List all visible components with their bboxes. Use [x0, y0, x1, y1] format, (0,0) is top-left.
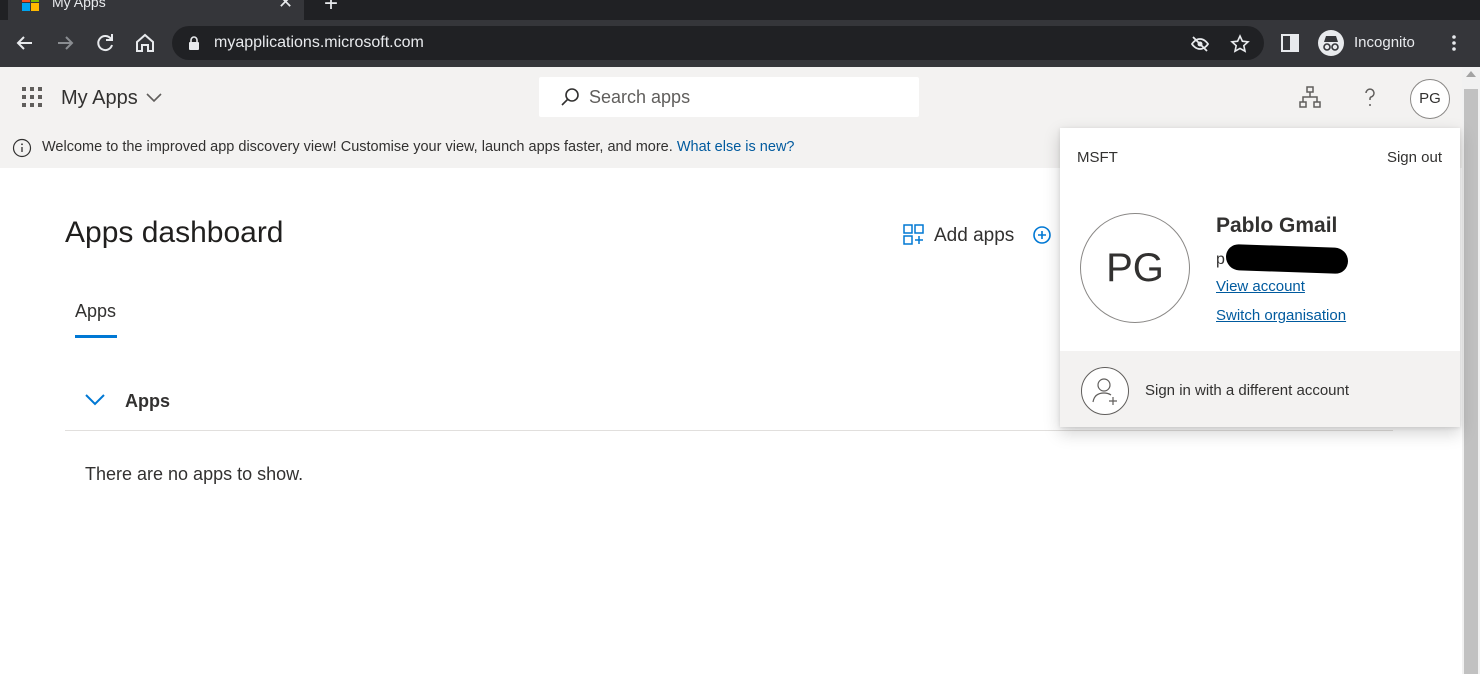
sign-out-button[interactable]: Sign out [1387, 149, 1442, 166]
star-icon[interactable] [1230, 34, 1250, 54]
browser-toolbar: myapplications.microsoft.com Incognito [0, 20, 1480, 67]
side-panel-icon[interactable] [1280, 33, 1300, 53]
banner-message: Welcome to the improved app discovery vi… [42, 139, 794, 155]
app-header: My Apps PG [0, 67, 1462, 128]
add-apps-icon [903, 224, 924, 245]
add-apps-label: Add apps [934, 225, 1015, 246]
scroll-up-arrow-icon[interactable] [1466, 71, 1476, 77]
different-account-label: Sign in with a different account [1145, 382, 1350, 399]
browser-tab[interactable]: My Apps ✕ [8, 0, 304, 20]
incognito-label: Incognito [1354, 34, 1415, 51]
lock-icon [189, 36, 199, 50]
page-title: Apps dashboard [65, 216, 284, 249]
org-chart-icon[interactable] [1298, 85, 1322, 109]
banner-text: Welcome to the improved app discovery vi… [42, 139, 673, 155]
organisation-name: MSFT [1077, 149, 1118, 166]
app-title[interactable]: My Apps [61, 87, 138, 110]
back-icon[interactable] [12, 30, 38, 56]
account-avatar-button[interactable]: PG [1410, 79, 1450, 119]
different-account-button[interactable]: Sign in with a different account [1060, 351, 1460, 427]
tab-title: My Apps [52, 0, 106, 10]
app-launcher-icon[interactable] [22, 87, 42, 107]
forward-icon[interactable] [52, 30, 78, 56]
reload-icon[interactable] [92, 30, 118, 56]
whats-new-link[interactable]: What else is new? [677, 139, 795, 155]
divider [65, 430, 1393, 431]
empty-state-text: There are no apps to show. [85, 464, 304, 484]
incognito-icon [1318, 30, 1344, 56]
switch-organisation-link[interactable]: Switch organisation [1216, 307, 1346, 324]
user-email: p [1216, 251, 1225, 268]
url-text: myapplications.microsoft.com [214, 34, 424, 51]
view-account-link[interactable]: View account [1216, 278, 1305, 295]
home-icon[interactable] [132, 30, 158, 56]
browser-menu-icon[interactable] [1444, 33, 1464, 53]
redaction-mark [1226, 243, 1348, 275]
account-avatar: PG [1080, 213, 1190, 323]
close-tab-icon[interactable]: ✕ [278, 0, 293, 13]
scrollbar[interactable] [1462, 67, 1480, 674]
tab-apps-underline [75, 335, 117, 338]
eye-off-icon[interactable] [1190, 34, 1210, 54]
apps-group-label[interactable]: Apps [125, 391, 170, 412]
chevron-down-icon[interactable] [146, 91, 162, 103]
account-panel: MSFT Sign out PG Pablo Gmail p View acco… [1060, 128, 1460, 427]
browser-tabstrip: My Apps ✕ + [0, 0, 1480, 20]
person-add-icon [1081, 367, 1129, 415]
collapse-chevron-icon[interactable] [84, 393, 106, 407]
search-box[interactable] [539, 77, 919, 117]
user-name: Pablo Gmail [1216, 214, 1338, 237]
microsoft-logo-icon [22, 0, 40, 12]
help-icon[interactable] [1358, 85, 1382, 109]
search-input[interactable] [589, 77, 909, 117]
tab-apps[interactable]: Apps [75, 301, 116, 322]
address-bar[interactable]: myapplications.microsoft.com [172, 26, 1264, 60]
incognito-badge[interactable]: Incognito [1310, 25, 1440, 61]
info-icon [12, 138, 32, 158]
add-circle-icon[interactable] [1032, 225, 1052, 245]
scrollbar-thumb[interactable] [1464, 89, 1478, 674]
new-tab-icon[interactable]: + [324, 0, 338, 18]
search-icon [561, 88, 579, 106]
